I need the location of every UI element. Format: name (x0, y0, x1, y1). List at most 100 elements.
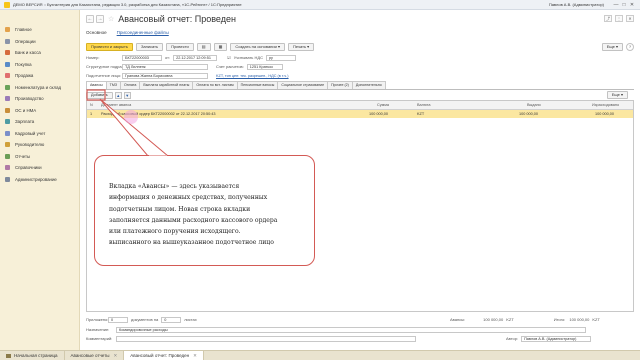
help-icon[interactable]: ? (626, 42, 634, 51)
row-doc[interactable]: Расходный кассовый ордер БКТ22000002 от … (101, 112, 216, 116)
person-field[interactable]: Грапова Жанна Борисовна (122, 72, 208, 79)
currency-field[interactable]: ру (265, 54, 296, 61)
close-icon[interactable]: ✕ (114, 353, 118, 359)
sidebar-item-purchase[interactable]: Покупка (0, 59, 79, 71)
col-currency-header[interactable]: Валюта (417, 103, 430, 107)
number-field[interactable]: БКТ22000003 (122, 54, 162, 61)
col-doc-header[interactable]: Документ аванса (101, 103, 131, 107)
person-label: Подотчетное лицо: (86, 73, 122, 78)
close-icon[interactable]: ✕ (193, 353, 197, 359)
move-up-icon[interactable]: ▲ (114, 91, 122, 99)
date-field[interactable]: 22.12.2017 12:09:51 (173, 54, 218, 61)
close-window-button[interactable]: ✕ (628, 1, 636, 9)
comment-field[interactable] (116, 335, 416, 342)
tab-main[interactable]: Основное (86, 30, 107, 35)
sidebar-item-reports[interactable]: Отчеты (0, 151, 79, 163)
sidebar-item-references[interactable]: Справочники (0, 162, 79, 174)
link-icon[interactable]: ⤴ (604, 15, 612, 22)
current-user[interactable]: Павлов А.В. (Администратор) (549, 2, 604, 7)
unit-field[interactable]: ТД Лилпенк (122, 63, 208, 70)
back-button[interactable]: ← (86, 15, 94, 23)
taskbar-item-label: Авансовый отчет: Проведен (130, 353, 190, 358)
pages-field[interactable]: 0 (161, 316, 182, 323)
add-row-button[interactable]: Добавить (86, 91, 113, 99)
page-title: Авансовый отчет: Проведен (118, 14, 236, 24)
sidebar-item-production[interactable]: Производство (0, 93, 79, 105)
purpose-field[interactable]: Командировочные расходы (116, 326, 586, 333)
reports-section-icon (5, 153, 10, 159)
forward-button[interactable]: → (96, 15, 104, 23)
callout-line: информация о денежных средствах, получен… (109, 194, 268, 202)
tab-goods[interactable]: ТМЗ (105, 81, 122, 89)
more-button[interactable]: Еще ▾ (601, 42, 623, 51)
save-button[interactable]: Записать (135, 42, 164, 51)
sidebar-item-label: Администрирование (15, 176, 57, 182)
tab-attached-files[interactable]: Присоединенные файлы (117, 30, 169, 35)
open-windows-bar: Начальная страница Авансовые отчеты ✕ Ава… (0, 350, 640, 360)
sidebar-item-admin[interactable]: Администрирование (0, 174, 79, 186)
taskbar-home[interactable]: Начальная страница (0, 350, 65, 360)
col-num-header[interactable]: N (90, 103, 93, 107)
taskbar-home-label: Начальная страница (14, 353, 58, 358)
sidebar-item-manager[interactable]: Руководителю (0, 139, 79, 151)
warehouse-section-icon (5, 84, 10, 90)
sidebar-item-sales[interactable]: Продажа (0, 70, 79, 82)
nds-checkbox[interactable]: ☑ (227, 55, 231, 60)
table-more-button[interactable]: Еще ▾ (606, 91, 628, 99)
maximize-button[interactable]: □ (620, 1, 628, 9)
author-field[interactable]: Павлов А.В. (Администратор) (521, 335, 592, 342)
tab-social-insurance[interactable]: Социальное страхование (277, 81, 329, 89)
attached-field[interactable]: 0 (108, 316, 128, 323)
sidebar-item-bank[interactable]: Банк и касса (0, 47, 79, 59)
sidebar-item-hr[interactable]: Кадровый учет (0, 128, 79, 140)
row-sum[interactable]: 100 000,00 (369, 112, 388, 116)
more-menu-icon[interactable]: ⋮ (615, 15, 623, 22)
production-section-icon (5, 96, 10, 102)
sidebar-item-label: ОС и НМА (15, 107, 37, 113)
callout-line: подотчетным лицом. Новая строка вкладки (109, 205, 251, 213)
sidebar-item-salary[interactable]: Зарплата (0, 116, 79, 128)
post-button[interactable]: Провести (166, 42, 194, 51)
taskbar-advance-report[interactable]: Авансовый отчет: Проведен ✕ (124, 350, 204, 360)
tab-additional[interactable]: Дополнительно (351, 81, 386, 89)
post-and-close-button[interactable]: Провести и закрыть (86, 42, 133, 51)
col-sum-header[interactable]: Сумма (377, 103, 389, 107)
structure-icon[interactable]: ▦ (213, 42, 228, 51)
advances-currency: KZT (506, 317, 514, 322)
sidebar-item-operations[interactable]: Операции (0, 36, 79, 48)
row-currency[interactable]: KZT (417, 112, 424, 116)
operations-section-icon (5, 38, 10, 44)
create-based-on-button[interactable]: Создать на основании ▾ (230, 42, 285, 51)
date-label: от: (165, 55, 171, 60)
journal-icon[interactable]: ▤ (196, 42, 211, 51)
col-issued-header[interactable]: Выдано (527, 103, 541, 107)
minimize-button[interactable]: — (612, 1, 620, 9)
move-down-icon[interactable]: ▼ (123, 91, 131, 99)
purpose-label: Назначение: (86, 327, 110, 332)
table-row[interactable]: 1 Расходный кассовый ордер БКТ22000002 о… (87, 110, 633, 118)
tab-salary-payment[interactable]: Выплата заработной платы (139, 81, 194, 89)
account-field[interactable]: 1251 Краткос (246, 63, 283, 70)
tab-other[interactable]: Прочее (2) (327, 81, 353, 89)
sidebar-item-label: Продажа (15, 73, 34, 79)
sidebar-item-warehouse[interactable]: Номенклатура и склад (0, 82, 79, 94)
tab-payment[interactable]: Оплата (120, 81, 141, 89)
tab-writ-payment[interactable]: Оплата по вст. листам (192, 81, 238, 89)
form-header: ← → ☆ Авансовый отчет: Проведен (86, 14, 236, 24)
sidebar-item-main[interactable]: Главное (0, 24, 79, 36)
close-form-icon[interactable]: ✕ (626, 15, 634, 22)
tab-advances[interactable]: Авансы (86, 81, 107, 89)
docs-label: документов на (131, 317, 159, 322)
sidebar-item-label: Операции (15, 38, 36, 44)
sidebar-item-label: Кадровый учет (15, 130, 46, 136)
print-button[interactable]: Печать ▾ (287, 42, 315, 51)
tab-pension[interactable]: Пенсионные взносы (236, 81, 279, 89)
sidebar-item-assets[interactable]: ОС и НМА (0, 105, 79, 117)
taskbar-advance-reports[interactable]: Авансовые отчеты ✕ (65, 350, 125, 360)
col-spent-header[interactable]: Израсходовано (592, 103, 619, 107)
total-currency: KZT (592, 317, 600, 322)
number-label: Номер: (86, 55, 100, 60)
sidebar-item-label: Руководителю (15, 142, 45, 148)
favorite-star-icon[interactable]: ☆ (108, 15, 114, 23)
price-type-link[interactable]: KZT, тип цен: тек. разрешен., НДС (в т.ч… (216, 74, 289, 78)
